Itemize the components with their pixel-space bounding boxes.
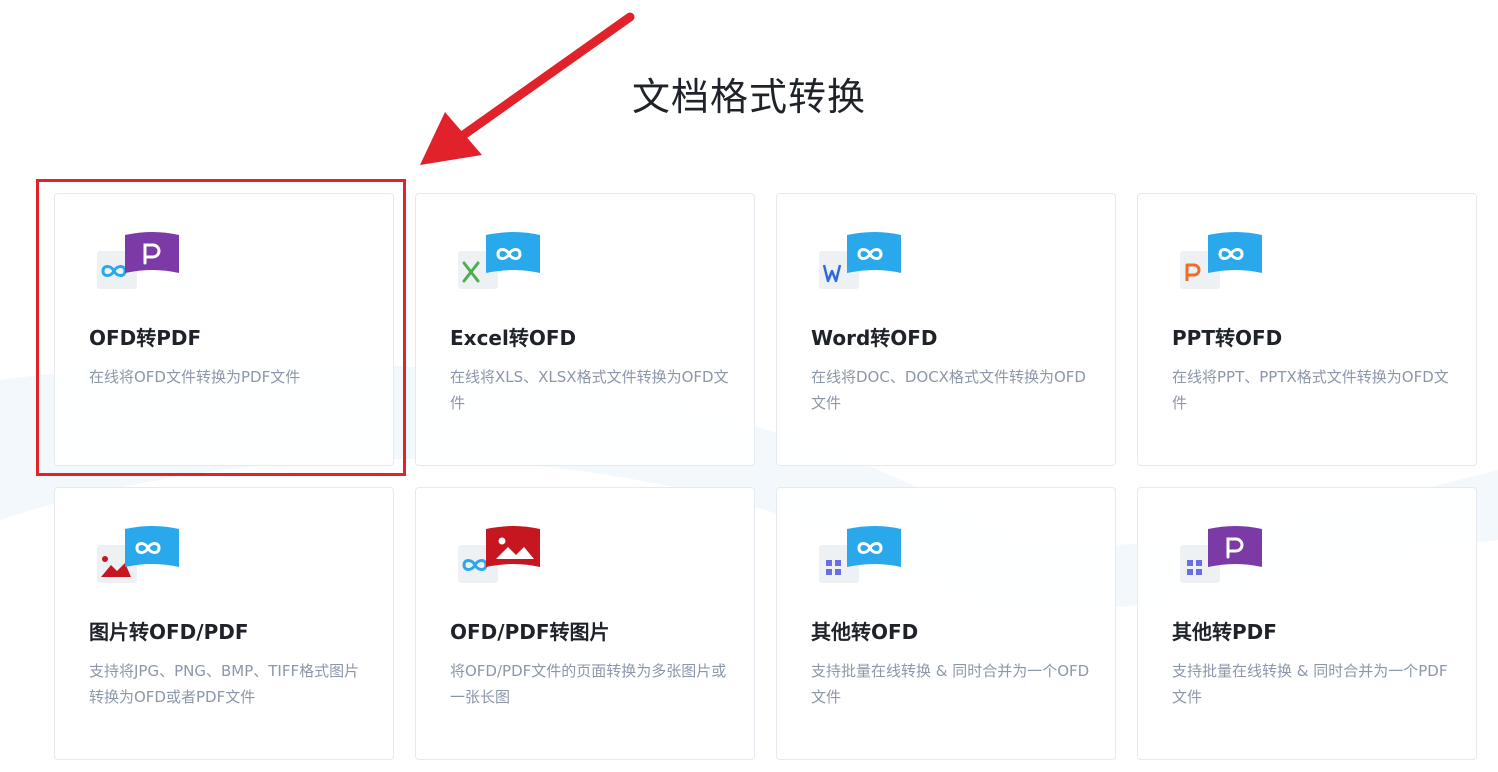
annotation-arrow-icon [420,12,635,165]
